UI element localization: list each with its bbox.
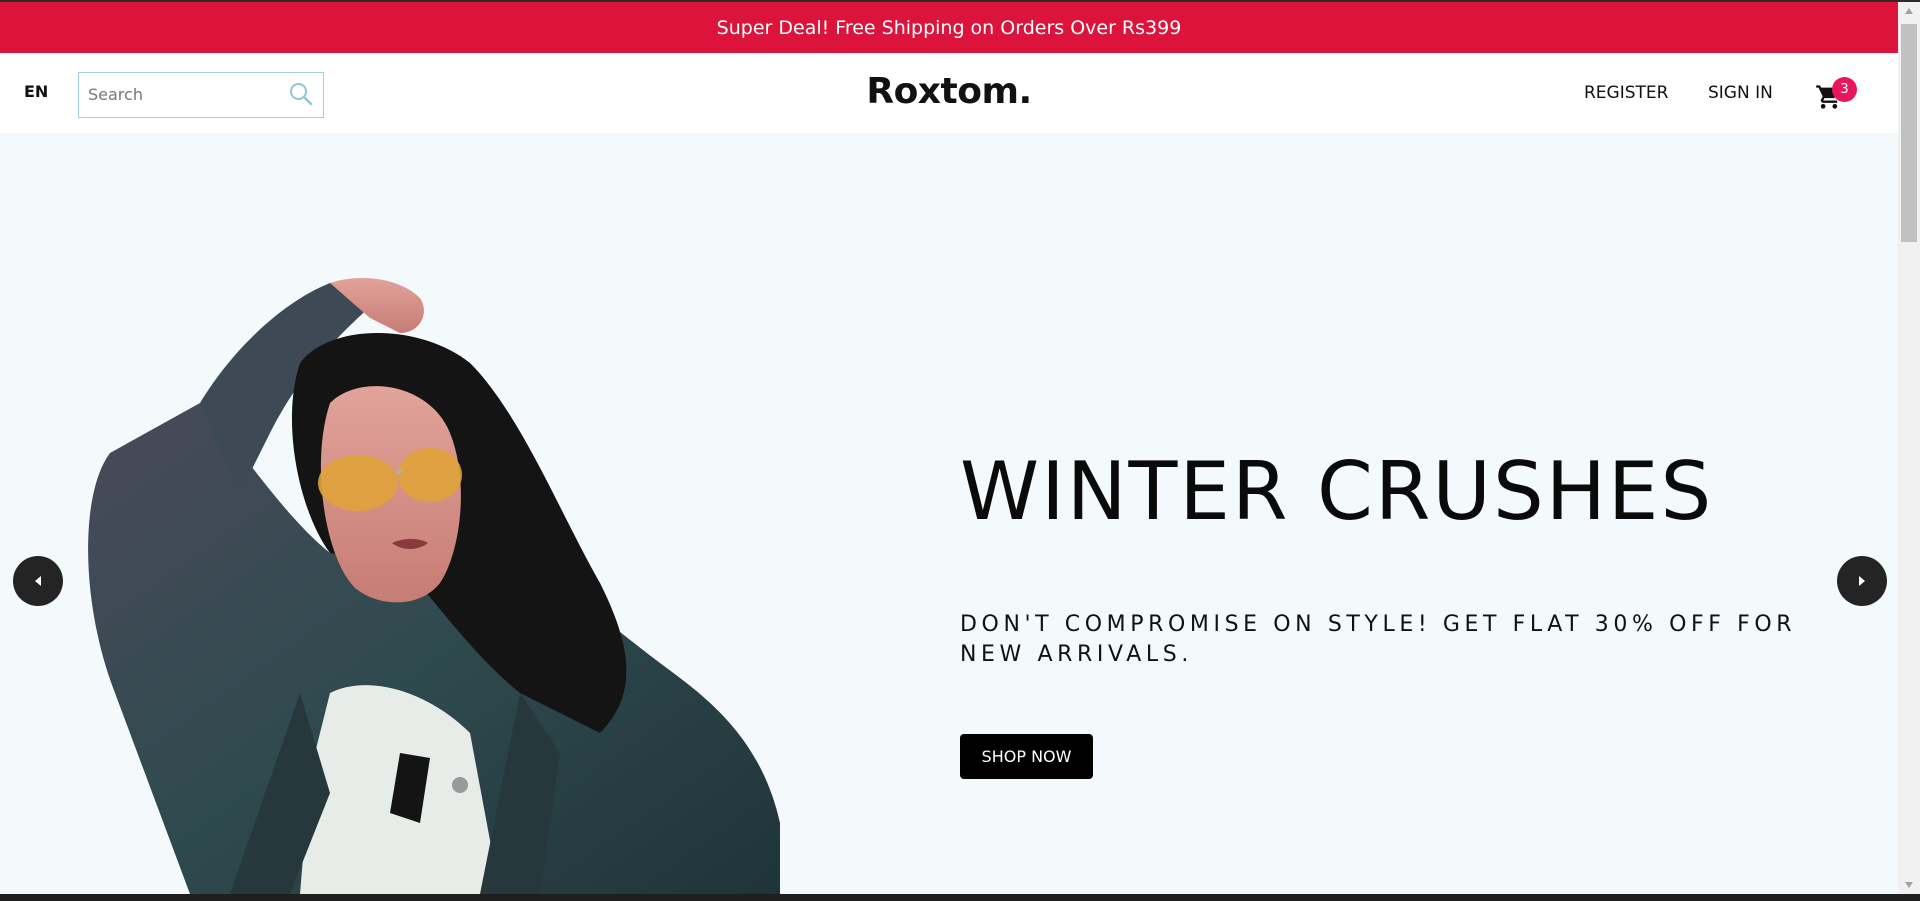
scroll-up-arrow[interactable]: [1898, 2, 1920, 20]
arrow-left-icon: [35, 576, 41, 586]
hero-description: DON'T COMPROMISE ON STYLE! GET FLAT 30% …: [960, 612, 1797, 667]
brand-logo[interactable]: Roxtom.: [866, 71, 1032, 112]
slider-prev-button[interactable]: [13, 556, 63, 606]
arrow-right-icon: [1859, 576, 1865, 586]
announcement-text: Super Deal! Free Shipping on Orders Over…: [716, 16, 1182, 39]
hero-image: [88, 278, 780, 894]
scrollbar-thumb[interactable]: [1901, 24, 1917, 242]
shop-now-button[interactable]: SHOP NOW: [960, 734, 1093, 779]
hero-slider: WINTER CRUSHES DON'T COMPROMISE ON STYLE…: [0, 133, 1898, 894]
slider-next-button[interactable]: [1837, 556, 1887, 606]
window-bottom-edge: [0, 894, 1920, 901]
register-link[interactable]: REGISTER: [1584, 83, 1668, 103]
scroll-down-arrow[interactable]: [1898, 876, 1920, 894]
announcement-bar: Super Deal! Free Shipping on Orders Over…: [0, 2, 1898, 53]
navbar: EN Roxtom. REGISTER SIGN IN 3: [0, 53, 1898, 133]
page-scrollbar[interactable]: [1898, 2, 1920, 894]
triangle-down-icon: [1905, 882, 1913, 888]
hero-title: WINTER CRUSHES: [960, 445, 1714, 538]
cart-button[interactable]: 3: [1810, 77, 1858, 117]
cart-count-badge: 3: [1832, 77, 1857, 102]
sign-in-link[interactable]: SIGN IN: [1708, 83, 1773, 103]
triangle-up-icon: [1905, 8, 1913, 14]
